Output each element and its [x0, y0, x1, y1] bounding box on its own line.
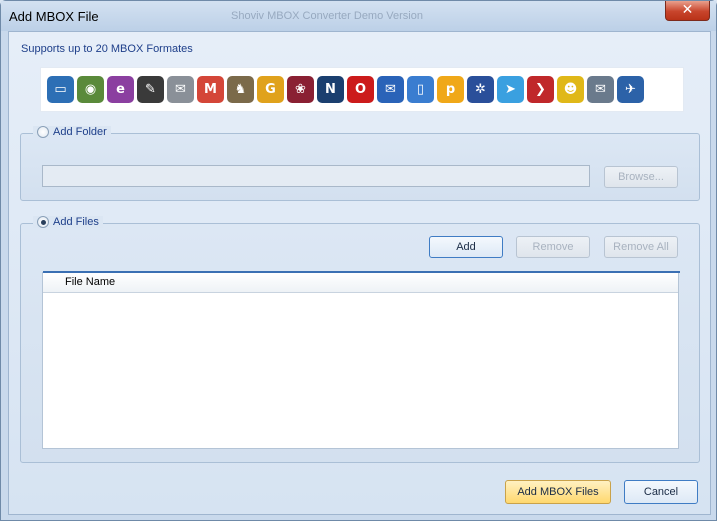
- add-files-option[interactable]: Add Files: [33, 216, 103, 228]
- raspberry-icon: ❀: [287, 76, 314, 103]
- app-title-ghost: Shoviv MBOX Converter Demo Version: [231, 10, 423, 22]
- add-folder-radio[interactable]: [37, 126, 49, 138]
- supported-formats-label: Supports up to 20 MBOX Formates: [21, 43, 193, 55]
- apple-mail-icon: ▭: [47, 76, 74, 103]
- add-folder-group: Add Folder Browse...: [20, 126, 700, 201]
- cancel-button[interactable]: Cancel: [624, 480, 698, 504]
- add-folder-option[interactable]: Add Folder: [33, 126, 111, 138]
- eudora-icon: ✎: [137, 76, 164, 103]
- netscape-icon: N: [317, 76, 344, 103]
- add-files-radio[interactable]: [37, 216, 49, 228]
- browse-button[interactable]: Browse...: [604, 166, 678, 188]
- file-list-table[interactable]: File Name: [42, 271, 680, 449]
- column-header-file-name[interactable]: File Name: [43, 273, 678, 293]
- opera-icon: O: [347, 76, 374, 103]
- netscape-globe-icon: ◉: [77, 76, 104, 103]
- add-files-label: Add Files: [53, 216, 99, 228]
- format-icon-strip: ▭ ◉ e ✎ ✉ M ♞ G ❀ N O ✉ ▯ p ✲ ➤ ❯ ☻ ✉ ✈: [40, 67, 684, 112]
- arrow-icon: ❯: [527, 76, 554, 103]
- postbox-icon: ✉: [377, 76, 404, 103]
- title-bar[interactable]: Add MBOX File Shoviv MBOX Converter Demo…: [1, 1, 716, 31]
- folder-path-input[interactable]: [42, 165, 590, 187]
- mailbox-icon: ▯: [407, 76, 434, 103]
- remove-button[interactable]: Remove: [516, 236, 590, 258]
- spicebird-icon: ✲: [467, 76, 494, 103]
- dialog-body: Supports up to 20 MBOX Formates ▭ ◉ e ✎ ✉ M ♞ G…: [8, 31, 711, 515]
- remove-all-button[interactable]: Remove All: [604, 236, 678, 258]
- close-icon: ✕: [681, 2, 694, 18]
- add-files-group: Add Files Add Remove Remove All File Nam…: [20, 216, 700, 463]
- sylpheed-icon: ✉: [587, 76, 614, 103]
- close-button[interactable]: ✕: [665, 1, 710, 21]
- gmail-icon: M: [197, 76, 224, 103]
- table-header-accent: [43, 271, 680, 273]
- entourage-icon: e: [107, 76, 134, 103]
- g-mail-icon: G: [257, 76, 284, 103]
- pocomail-icon: p: [437, 76, 464, 103]
- mail-clock-icon: ✉: [167, 76, 194, 103]
- the-bat-icon: ☻: [557, 76, 584, 103]
- thunderbird-icon: ✈: [617, 76, 644, 103]
- add-button[interactable]: Add: [429, 236, 503, 258]
- add-folder-label: Add Folder: [53, 126, 107, 138]
- add-mbox-files-button[interactable]: Add MBOX Files: [505, 480, 611, 504]
- add-mbox-dialog: Add MBOX File Shoviv MBOX Converter Demo…: [0, 0, 717, 521]
- gnu-icon: ♞: [227, 76, 254, 103]
- sparrow-icon: ➤: [497, 76, 524, 103]
- window-title: Add MBOX File: [9, 9, 99, 24]
